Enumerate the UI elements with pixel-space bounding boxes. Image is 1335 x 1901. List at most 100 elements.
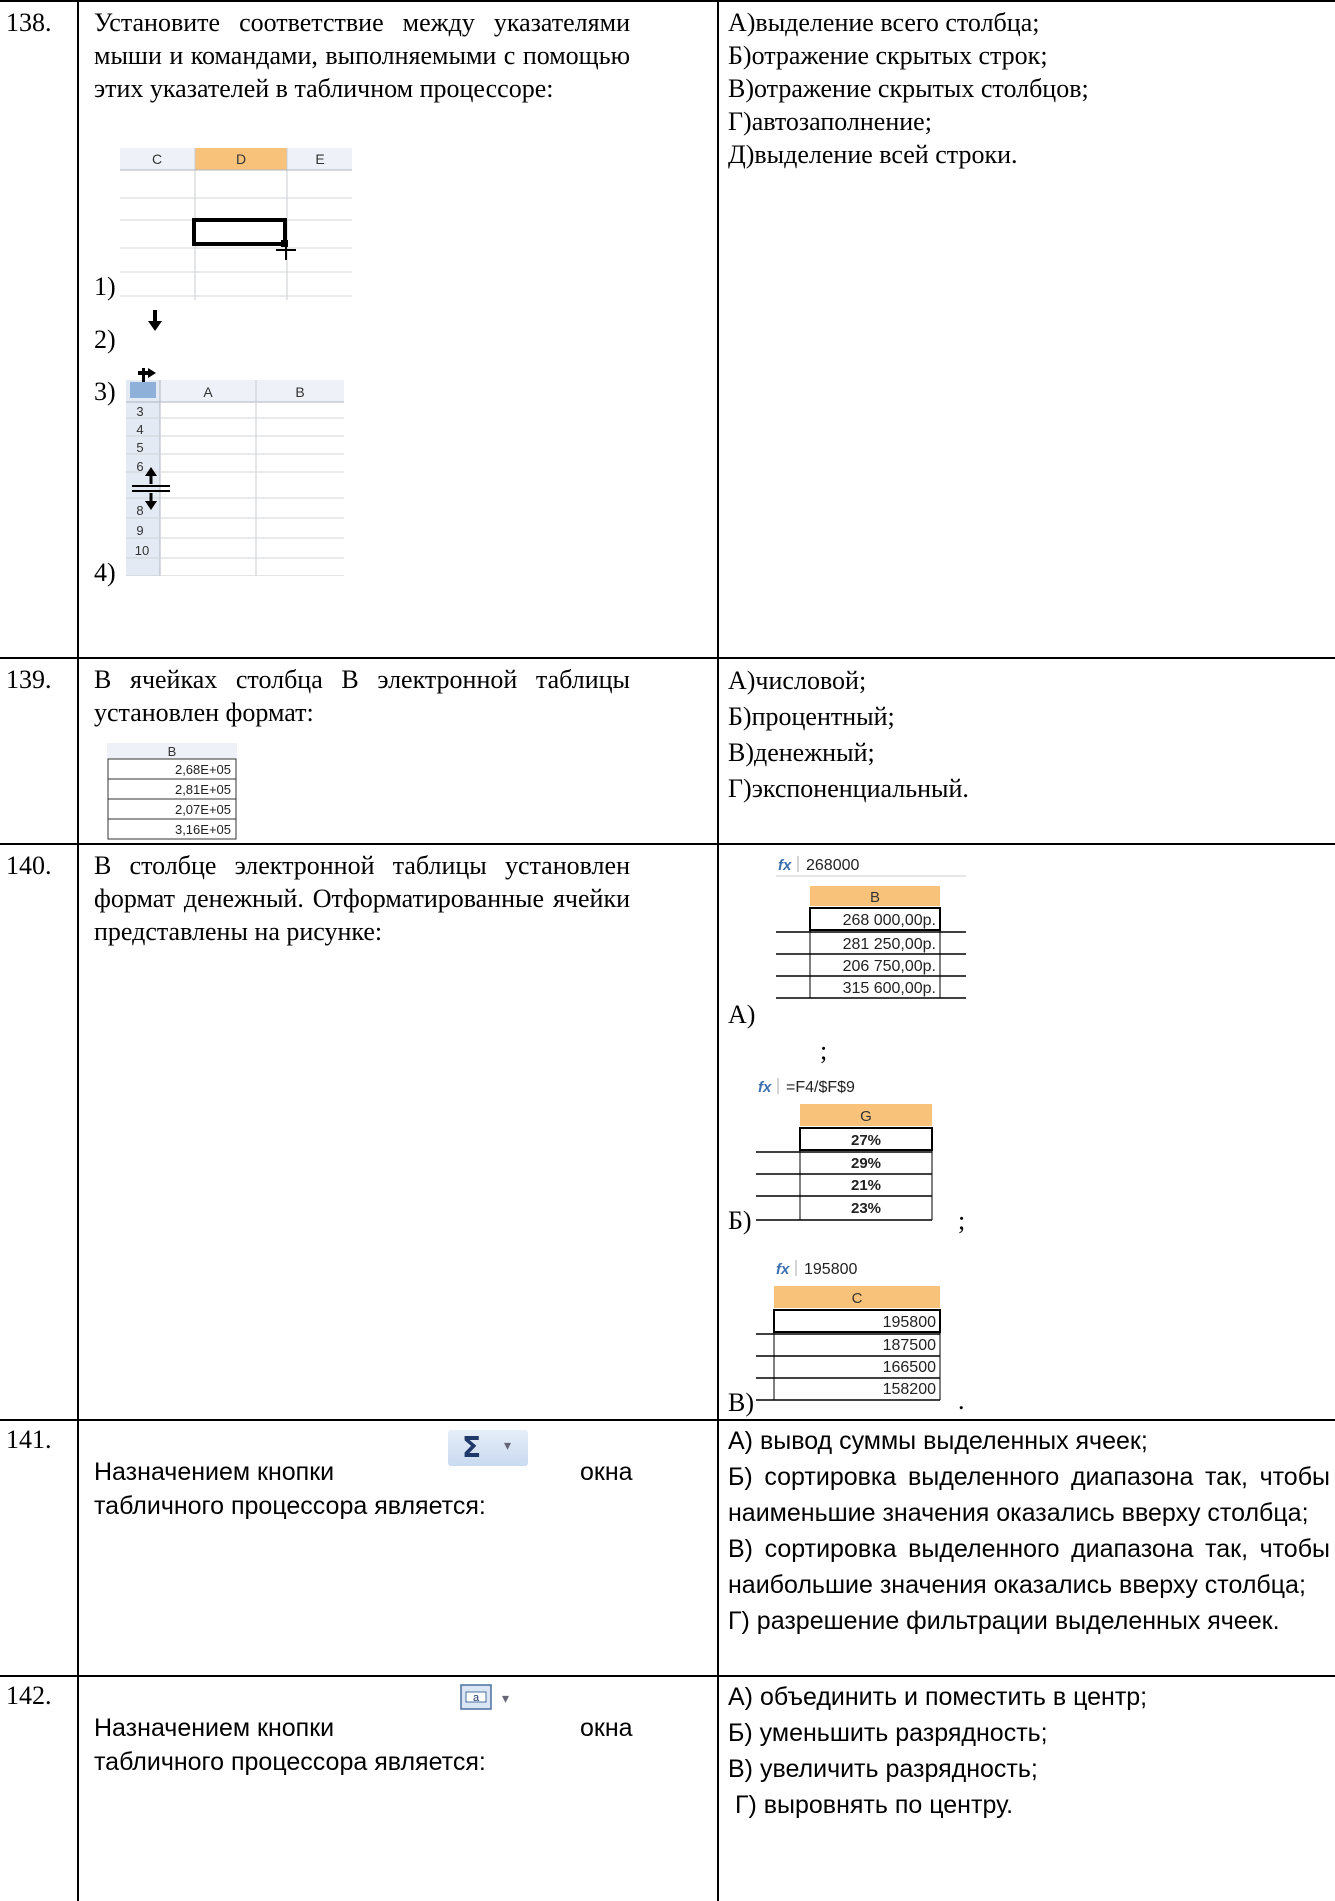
column-header: G — [860, 1108, 872, 1125]
cell-value: 2,81E+05 — [175, 782, 231, 797]
column-header: B — [168, 744, 177, 759]
answer-option: Г)автозаполнение; — [728, 107, 932, 136]
question-number: 141. — [6, 1425, 52, 1454]
column-header: D — [236, 151, 246, 167]
cell-value: 195800 — [883, 1314, 936, 1331]
row-header: 9 — [136, 523, 143, 538]
answer-option: В) сортировка выделенного диапазона так,… — [728, 1535, 1330, 1599]
question-text: В ячейках столбца В электронной таблицы … — [94, 665, 630, 727]
autofill-pointer-figure: C D E — [120, 148, 352, 300]
svg-text:a: a — [473, 1692, 480, 1704]
question-text: В столбце электронной таблицы установлен… — [94, 851, 630, 946]
cell-value: 2,68E+05 — [175, 762, 231, 777]
autosum-button[interactable]: Σ ▾ — [448, 1430, 528, 1466]
cell-value: 158200 — [883, 1381, 936, 1398]
item-number: 3) — [94, 377, 116, 406]
answer-option: Г) выровнять по центру. — [728, 1791, 1014, 1819]
answer-option: Г)экспоненциальный. — [728, 774, 969, 803]
cell-value: 206 750,00р. — [843, 958, 936, 975]
answer-option: Б) уменьшить разрядность; — [728, 1719, 1048, 1747]
exponential-format-figure: B 2,68E+05 2,81E+05 2,07E+05 3,16E+05 — [107, 743, 237, 840]
option-label: В) — [728, 1388, 754, 1417]
answer-option: Г) разрешение фильтрации выделенных ячее… — [728, 1607, 1280, 1635]
question-number: 138. — [6, 8, 52, 37]
column-header: B — [295, 384, 304, 400]
cell-value: 315 600,00р. — [843, 980, 936, 997]
question-text-start: Назначением кнопки — [94, 1714, 335, 1742]
formula-bar-value: 268000 — [806, 857, 859, 874]
row-divider — [0, 843, 1335, 845]
row-header: 4 — [136, 422, 143, 437]
row-select-figure: A B 3 4 5 6 8 9 10 — [126, 368, 344, 576]
cell-value: 21% — [851, 1177, 881, 1194]
answer-options: А)числовой; Б)процентный; В)денежный; Г)… — [728, 663, 969, 807]
cell-value: 23% — [851, 1200, 881, 1217]
fx-icon: fx — [778, 857, 792, 874]
answer-option: А)числовой; — [728, 666, 867, 695]
row-header: 5 — [136, 440, 143, 455]
question-number: 142. — [6, 1681, 52, 1710]
merge-center-button[interactable]: a ▾ — [460, 1683, 524, 1713]
question-number: 140. — [6, 851, 52, 880]
percent-format-option-b: fx =F4/$F$9 G 27% 29% 21% 23% — [756, 1078, 933, 1221]
answer-option: Б)отражение скрытых строк; — [728, 41, 1048, 70]
option-separator: ; — [958, 1206, 966, 1235]
answer-option: Б)процентный; — [728, 702, 895, 731]
item-number: 2) — [94, 325, 116, 354]
cell-value: 27% — [851, 1132, 881, 1149]
answer-options: А) вывод суммы выделенных ячеек; Б) сорт… — [728, 1423, 1330, 1639]
option-separator: ; — [820, 1036, 828, 1065]
question-text-start: Назначением кнопки — [94, 1458, 335, 1486]
option-separator: . — [958, 1386, 965, 1415]
answer-option: В) увеличить разрядность; — [728, 1755, 1038, 1783]
row-divider — [0, 657, 1335, 659]
formula-bar-value: 195800 — [804, 1261, 857, 1278]
column-divider-1 — [77, 0, 79, 1901]
answer-option: А) объединить и поместить в центр; — [728, 1683, 1148, 1711]
column-divider-2 — [717, 0, 719, 1901]
question-text: Установите соответствие между указателям… — [94, 8, 630, 103]
merge-center-icon: a — [460, 1684, 492, 1710]
sigma-icon: Σ — [462, 1431, 482, 1464]
cell-value: 268 000,00р. — [843, 912, 936, 929]
fx-icon: fx — [758, 1079, 772, 1096]
answer-option: А)выделение всего столбца; — [728, 8, 1040, 37]
row-header: 3 — [136, 404, 143, 419]
answer-option: В)отражение скрытых столбцов; — [728, 74, 1089, 103]
row-divider — [0, 1675, 1335, 1677]
option-label: А) — [728, 1000, 756, 1029]
answer-options: А)выделение всего столбца; Б)отражение с… — [728, 6, 1089, 171]
question-text-line2: табличного процессора является: — [94, 1748, 486, 1776]
formula-bar-value: =F4/$F$9 — [786, 1079, 855, 1096]
chevron-down-icon: ▾ — [502, 1692, 510, 1707]
option-label: Б) — [728, 1206, 752, 1235]
row-header: 6 — [136, 459, 143, 474]
column-select-arrow-icon — [148, 310, 162, 331]
question-text-end: окна — [580, 1458, 633, 1486]
fx-icon: fx — [776, 1261, 790, 1278]
row-header: 10 — [135, 543, 149, 558]
column-header: E — [315, 151, 324, 167]
cell-value: 281 250,00р. — [843, 936, 936, 953]
cell-value: 2,07E+05 — [175, 802, 231, 817]
question-table: 138. Установите соответствие между указа… — [0, 0, 1335, 1901]
answer-option: А) вывод суммы выделенных ячеек; — [728, 1427, 1148, 1455]
currency-format-option-a: fx 268000 B 268 000,00р. 281 250,00р. 20… — [776, 856, 966, 999]
column-header: C — [852, 1290, 863, 1307]
answer-option: В)денежный; — [728, 738, 875, 767]
general-format-option-c: fx 195800 C 195800 187500 166500 158200 — [756, 1260, 941, 1401]
row-divider — [0, 1419, 1335, 1421]
answer-option: Д)выделение всей строки. — [728, 140, 1018, 169]
cell-value: 187500 — [883, 1337, 936, 1354]
column-header: B — [870, 889, 880, 906]
question-text-line2: табличного процессора является: — [94, 1492, 486, 1520]
question-number: 139. — [6, 665, 52, 694]
item-number: 4) — [94, 558, 116, 587]
column-header: A — [203, 384, 213, 400]
row-header: 8 — [136, 503, 143, 518]
cell-value: 166500 — [883, 1359, 936, 1376]
table-border-top — [0, 0, 1335, 2]
chevron-down-icon: ▾ — [504, 1439, 512, 1454]
question-text-end: окна — [580, 1714, 633, 1742]
item-number: 1) — [94, 272, 116, 301]
